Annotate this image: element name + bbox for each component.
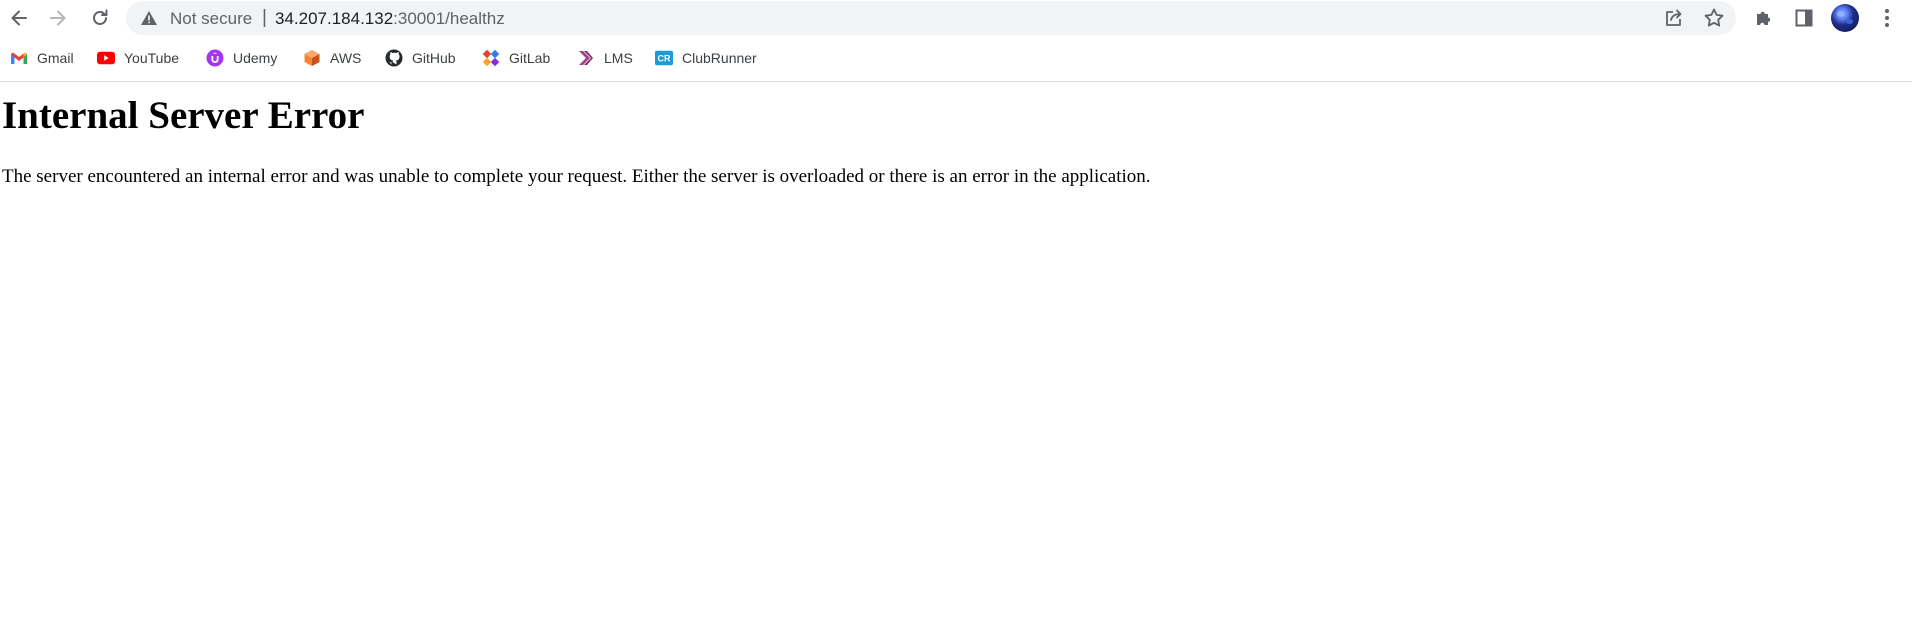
reload-icon [93,9,108,25]
security-status[interactable]: Not secure [170,9,252,29]
reload-button[interactable] [85,3,115,33]
warning-triangle-icon[interactable] [140,10,158,26]
lms-icon [577,49,595,67]
omnibox-separator: | [262,7,267,28]
aws-icon [303,49,321,67]
gmail-icon [10,49,28,67]
bookmarks-bar: Gmail YouTube Udemy AWS GitHub GitLab LM… [0,42,1912,76]
svg-text:CR: CR [658,54,671,64]
bookmark-clubrunner[interactable]: CR ClubRunner [655,47,757,69]
bookmark-label: Gmail [37,50,74,66]
bookmark-lms[interactable]: LMS [577,47,633,69]
bookmark-label: ClubRunner [682,50,757,66]
bookmark-youtube[interactable]: YouTube [97,47,179,69]
udemy-icon [206,49,224,67]
bookmark-gitlab[interactable]: GitLab [482,47,550,69]
github-icon [385,49,403,67]
forward-button[interactable] [43,3,73,33]
share-icon[interactable] [1662,6,1686,30]
vertical-dots-icon[interactable] [1880,5,1894,31]
puzzle-piece-icon [1757,11,1771,25]
page-title: Internal Server Error [2,94,365,137]
gitlab-icon [482,49,500,67]
back-button[interactable] [4,3,34,33]
bookmark-label: AWS [330,50,362,66]
url-path: :30001/healthz [393,9,505,28]
extensions-button[interactable] [1751,5,1777,31]
side-panel-icon [1795,9,1813,27]
bookmark-label: GitHub [412,50,456,66]
error-message: The server encountered an internal error… [2,166,1151,187]
address-bar[interactable]: Not secure | 34.207.184.132:30001/health… [126,1,1736,35]
forward-arrow-icon [50,10,66,26]
bookmark-github[interactable]: GitHub [385,47,456,69]
url-host: 34.207.184.132 [275,9,394,28]
bookmark-gmail[interactable]: Gmail [10,47,74,69]
youtube-icon [97,49,115,67]
url-text[interactable]: 34.207.184.132:30001/healthz [275,9,505,29]
back-arrow-icon [11,10,27,26]
bookmark-udemy[interactable]: Udemy [206,47,277,69]
side-panel-button[interactable] [1791,5,1817,31]
bookmark-aws[interactable]: AWS [303,47,361,69]
star-icon[interactable] [1702,6,1726,30]
avatar[interactable] [1831,4,1859,32]
bookmark-label: LMS [604,50,633,66]
clubrunner-icon: CR [655,49,673,67]
bookmark-label: YouTube [124,50,180,66]
browser-toolbar: Not secure | 34.207.184.132:30001/health… [0,0,1912,37]
bookmark-label: GitLab [509,50,551,66]
toolbar-divider [0,81,1912,82]
bookmark-label: Udemy [233,50,278,66]
